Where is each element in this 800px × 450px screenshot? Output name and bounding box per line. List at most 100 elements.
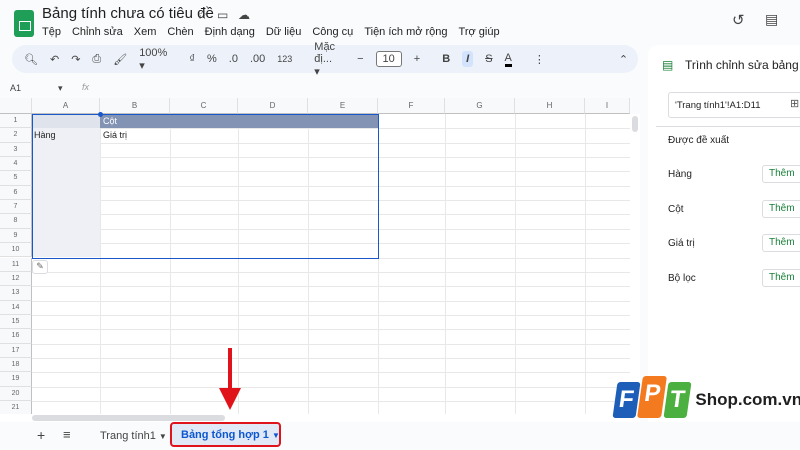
column-header[interactable]: F (378, 98, 445, 114)
sheet-tab-1[interactable]: Trang tính1 ▼ (100, 430, 167, 442)
vertical-scrollbar[interactable] (630, 114, 640, 414)
sheet-tab-bar: + ≡ Trang tính1 ▼ Bảng tổng hợp 1 ▼ (0, 422, 800, 450)
menu-6[interactable]: Công cụ (312, 26, 353, 38)
pivot-table-editor: ▤ Trình chỉnh sửa bảng t 'Trang tính1'!A… (648, 45, 800, 422)
select-range-icon[interactable]: ⊞ (790, 97, 799, 110)
increase-font-size-icon[interactable]: + (414, 53, 420, 65)
decrease-font-size-icon[interactable]: − (357, 53, 363, 65)
menu-3[interactable]: Chèn (167, 26, 193, 38)
sheets-logo[interactable] (14, 10, 34, 37)
row-header[interactable]: 16 (0, 329, 32, 344)
history-icon[interactable]: ↺ (732, 11, 745, 29)
table-icon: ▤ (662, 58, 674, 72)
row-header[interactable]: 6 (0, 185, 32, 201)
columns-label: Cột (668, 204, 684, 215)
add-columns-button[interactable]: Thêm (762, 200, 800, 218)
menu-7[interactable]: Tiện ích mở rộng (364, 26, 447, 38)
row-header[interactable]: 11 (0, 257, 32, 272)
row-header[interactable]: 10 (0, 243, 32, 258)
bold-button[interactable]: B (442, 53, 450, 65)
select-all-corner[interactable] (0, 98, 32, 114)
star-icon[interactable]: ☆ (197, 8, 208, 22)
cloud-status-icon[interactable]: ☁ (238, 8, 250, 22)
font-size-input[interactable]: 10 (375, 51, 402, 67)
row-header[interactable]: 19 (0, 372, 32, 387)
number-format-button[interactable]: 123 (277, 54, 292, 64)
currency-button[interactable]: ₫ (189, 53, 195, 65)
row-header[interactable]: 17 (0, 343, 32, 358)
collapse-toolbar-icon[interactable]: ⌃ (619, 53, 628, 66)
column-header[interactable]: D (238, 98, 308, 114)
edit-pivot-icon[interactable]: ✎ (32, 259, 48, 274)
row-header[interactable]: 2 (0, 128, 32, 143)
column-header[interactable]: E (308, 98, 378, 114)
search-icon[interactable]: 🔍︎ (24, 53, 38, 66)
values-label: Giá trị (668, 238, 695, 249)
name-box[interactable]: A1 (10, 83, 21, 93)
selection-handle[interactable] (98, 112, 103, 117)
text-color-button[interactable]: A (504, 52, 512, 67)
suggested-label: Được đề xuất (668, 135, 730, 146)
row-header[interactable]: 18 (0, 357, 32, 373)
all-sheets-icon[interactable]: ≡ (63, 427, 71, 442)
percent-button[interactable]: % (207, 53, 217, 65)
add-rows-button[interactable]: Thêm (762, 165, 800, 183)
row-header[interactable]: 21 (0, 401, 32, 414)
sheet-tab-2[interactable]: Bảng tổng hợp 1 ▼ (170, 422, 281, 447)
pivot-table-border (32, 114, 379, 259)
column-header[interactable]: G (445, 98, 515, 114)
filters-label: Bộ lọc (668, 273, 696, 284)
row-header[interactable]: 5 (0, 171, 32, 186)
row-header[interactable]: 1 (0, 114, 32, 129)
fpt-shop-watermark: F P T Shop.com.vn (612, 376, 800, 418)
name-box-dropdown-icon[interactable]: ▾ (58, 83, 63, 94)
undo-icon[interactable]: ↶ (50, 53, 59, 66)
paint-format-icon[interactable]: 🖌︎ (113, 53, 127, 66)
menu-bar: Tệp Chỉnh sửa Xem Chèn Định dạng Dữ liệu Công … (42, 26, 500, 38)
formula-bar: A1 ▾ fx (0, 80, 640, 96)
panel-title: Trình chỉnh sửa bảng t (685, 58, 800, 72)
rows-label: Hàng (668, 169, 692, 180)
column-header[interactable]: B (100, 98, 170, 114)
zoom-select[interactable]: 100% ▾ (139, 47, 167, 72)
menu-8[interactable]: Trợ giúp (459, 26, 500, 38)
doc-title[interactable]: Bảng tính chưa có tiêu đề (42, 5, 214, 22)
print-icon[interactable]: ⎙ (92, 53, 101, 66)
move-folder-icon[interactable]: ▭ (217, 8, 228, 22)
column-header[interactable]: I (585, 98, 630, 114)
row-header[interactable]: 8 (0, 214, 32, 229)
row-header[interactable]: 14 (0, 300, 32, 315)
comments-icon[interactable]: ▤ (765, 11, 778, 28)
increase-decimal-button[interactable]: .00 (250, 53, 265, 65)
redo-icon[interactable]: ↷ (71, 53, 80, 66)
menu-4[interactable]: Định dạng (205, 26, 255, 38)
decrease-decimal-button[interactable]: .0 (229, 53, 238, 65)
red-arrow-head (219, 388, 241, 410)
column-header[interactable]: A (32, 98, 100, 114)
row-header[interactable]: 12 (0, 271, 32, 287)
data-range-input[interactable]: 'Trang tính1'!A1:D11 (668, 92, 800, 118)
column-header[interactable]: H (515, 98, 585, 114)
column-header[interactable]: C (170, 98, 238, 114)
row-header[interactable]: 20 (0, 386, 32, 401)
menu-0[interactable]: Tệp (42, 26, 61, 38)
row-header[interactable]: 7 (0, 200, 32, 215)
row-header[interactable]: 13 (0, 286, 32, 301)
more-icon[interactable]: ⋮ (534, 53, 545, 66)
menu-5[interactable]: Dữ liệu (266, 26, 302, 38)
strikethrough-button[interactable]: S (485, 53, 492, 65)
add-values-button[interactable]: Thêm (762, 234, 800, 252)
add-filters-button[interactable]: Thêm (762, 269, 800, 287)
menu-1[interactable]: Chỉnh sửa (72, 26, 123, 38)
row-header[interactable]: 15 (0, 314, 32, 330)
horizontal-scrollbar[interactable] (0, 414, 640, 422)
row-header[interactable]: 3 (0, 142, 32, 158)
font-select[interactable]: Mặc đị... ▾ (314, 41, 335, 78)
add-sheet-icon[interactable]: + (37, 427, 45, 443)
fx-icon: fx (82, 82, 90, 92)
italic-button[interactable]: I (462, 51, 474, 67)
row-header[interactable]: 4 (0, 157, 32, 172)
spreadsheet-grid[interactable]: A B C D E F G H I 1 2 3 4 5 6 7 8 9 10 11 12 13 14 15 16 17 18 19 20… (0, 98, 630, 414)
menu-2[interactable]: Xem (134, 26, 157, 38)
row-header[interactable]: 9 (0, 228, 32, 244)
